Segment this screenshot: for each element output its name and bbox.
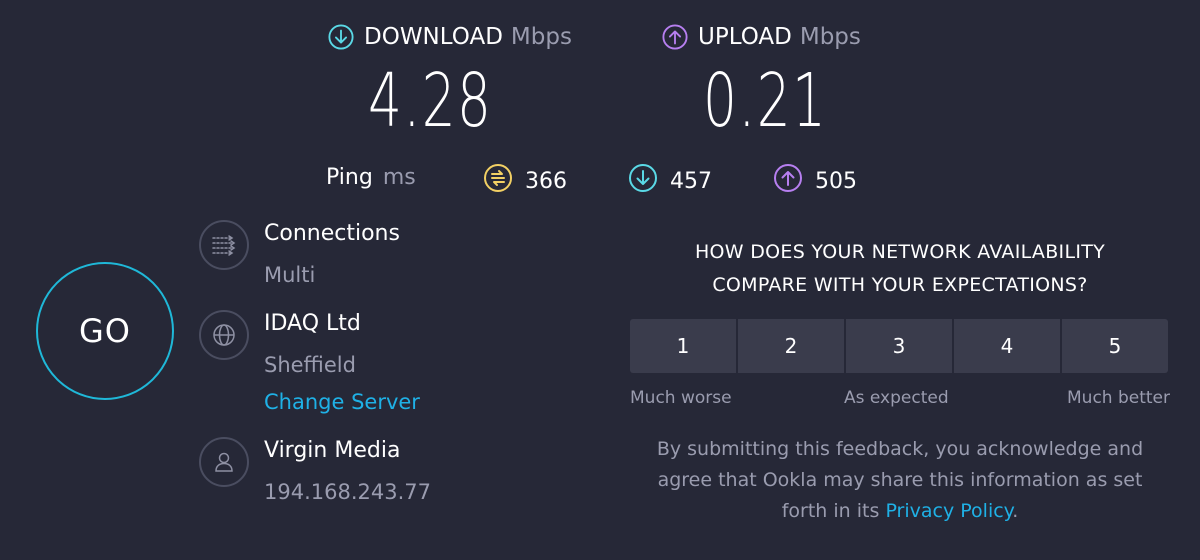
upload-arrow-icon — [662, 24, 688, 50]
connections-title: Connections — [264, 221, 400, 246]
change-server-link[interactable]: Change Server — [264, 390, 420, 414]
provider-ip: 194.168.243.77 — [264, 480, 431, 504]
ping-row: Ping ms — [326, 165, 416, 190]
upload-value: 0.21 — [703, 58, 828, 144]
ping-idle: 366 — [483, 163, 567, 199]
rating-option-4[interactable]: 4 — [954, 319, 1060, 373]
user-icon — [199, 437, 249, 487]
rating-option-1[interactable]: 1 — [630, 319, 736, 373]
server-location: Sheffield — [264, 353, 356, 377]
server-name: IDAQ Ltd — [264, 311, 361, 336]
privacy-policy-link[interactable]: Privacy Policy — [885, 500, 1012, 522]
connections-icon[interactable] — [199, 220, 249, 270]
ping-download: 457 — [628, 163, 712, 199]
disclaimer-line3: forth in its Privacy Policy. — [620, 496, 1180, 527]
survey-question-line2: COMPARE WITH YOUR EXPECTATIONS? — [712, 274, 1088, 296]
provider-name: Virgin Media — [264, 438, 401, 463]
disclaimer-line3-suffix: . — [1012, 500, 1019, 522]
globe-icon — [199, 310, 249, 360]
connections-value: Multi — [264, 263, 316, 287]
disclaimer-line1: By submitting this feedback, you acknowl… — [656, 438, 1144, 460]
download-arrow-icon — [328, 24, 354, 50]
scale-low-label: Much worse — [630, 388, 732, 408]
ping-idle-value: 366 — [525, 168, 567, 194]
survey-question-line1: HOW DOES YOUR NETWORK AVAILABILITY — [694, 241, 1106, 263]
rating-option-2[interactable]: 2 — [738, 319, 844, 373]
scale-high-label: Much better — [1067, 388, 1170, 408]
upload-label: UPLOAD — [698, 24, 792, 50]
upload-header: UPLOAD Mbps — [662, 24, 861, 50]
disclaimer-line2: agree that Ookla may share this informat… — [657, 469, 1143, 491]
ping-idle-icon — [483, 163, 513, 199]
ping-label: Ping — [326, 165, 373, 190]
go-button[interactable]: GO — [36, 262, 174, 400]
download-value: 4.28 — [368, 58, 493, 144]
upload-unit: Mbps — [799, 24, 861, 50]
disclaimer-line3-prefix: forth in its — [781, 500, 880, 522]
ping-download-icon — [628, 163, 658, 199]
download-header: DOWNLOAD Mbps — [328, 24, 572, 50]
survey-question: HOW DOES YOUR NETWORK AVAILABILITY COMPA… — [630, 236, 1170, 302]
ping-upload-value: 505 — [815, 168, 857, 194]
feedback-disclaimer: By submitting this feedback, you acknowl… — [620, 434, 1180, 527]
rating-option-5[interactable]: 5 — [1062, 319, 1168, 373]
ping-unit: ms — [382, 165, 416, 190]
ping-upload-icon — [773, 163, 803, 199]
rating-scale: 1 2 3 4 5 — [630, 319, 1168, 373]
scale-mid-label: As expected — [844, 388, 949, 408]
rating-option-3[interactable]: 3 — [846, 319, 952, 373]
download-unit: Mbps — [510, 24, 572, 50]
ping-download-value: 457 — [670, 168, 712, 194]
download-label: DOWNLOAD — [364, 24, 503, 50]
ping-upload: 505 — [773, 163, 857, 199]
